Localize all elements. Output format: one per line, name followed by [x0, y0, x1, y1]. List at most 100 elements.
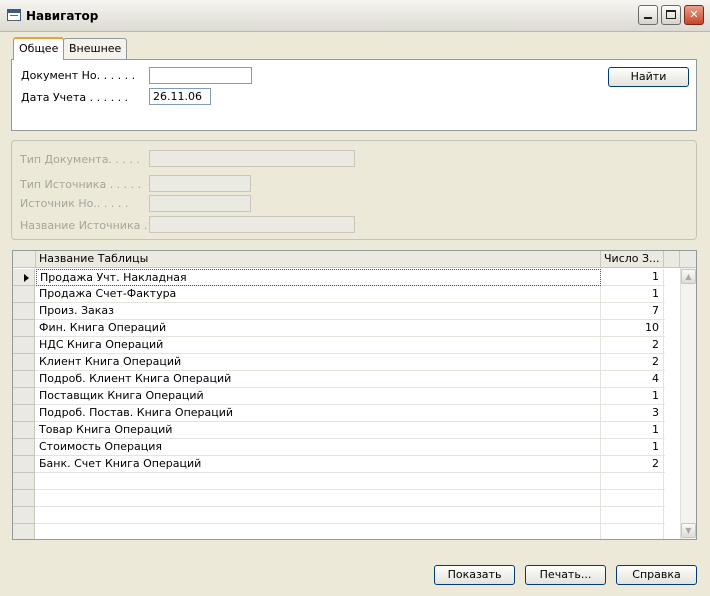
minimize-icon	[644, 17, 652, 19]
row-selector[interactable]	[13, 354, 35, 371]
scroll-down-button[interactable]: ▼	[681, 523, 696, 538]
record-count-cell[interactable]: 1	[601, 269, 664, 286]
table-name-cell[interactable]	[36, 524, 601, 539]
find-button[interactable]: Найти	[608, 67, 689, 87]
table-row[interactable]: Подроб. Клиент Книга Операций 4	[13, 371, 665, 388]
row-selector[interactable]	[13, 405, 35, 422]
column-header-table-name[interactable]: Название Таблицы	[36, 251, 601, 268]
posting-date-label: Дата Учета . . . . . .	[21, 91, 129, 104]
empty-row[interactable]	[13, 490, 665, 507]
scroll-up-button[interactable]: ▲	[681, 269, 696, 284]
table-row[interactable]: НДС Книга Операций 2	[13, 337, 665, 354]
record-count-cell[interactable]: 2	[601, 354, 664, 371]
table-row[interactable]: Произ. Заказ 7	[13, 303, 665, 320]
record-count-cell[interactable]: 3	[601, 405, 664, 422]
document-type-label: Тип Документа. . . . .	[20, 153, 140, 166]
table-name-cell[interactable]: Товар Книга Операций	[36, 422, 601, 439]
header-row-selector[interactable]	[13, 251, 36, 268]
table-name-cell[interactable]: Подроб. Клиент Книга Операций	[36, 371, 601, 388]
general-panel: Документ Но. . . . . . Дата Учета . . . …	[11, 59, 697, 131]
tab-external[interactable]: Внешнее	[63, 38, 128, 59]
table-name-cell[interactable]: Стоимость Операция	[36, 439, 601, 456]
table-row[interactable]: Фин. Книга Операций 10	[13, 320, 665, 337]
row-selector[interactable]	[13, 473, 35, 490]
column-header-count[interactable]: Число З...	[601, 251, 664, 268]
record-count-cell[interactable]: 1	[601, 439, 664, 456]
source-name-field	[149, 216, 355, 233]
row-selector[interactable]	[13, 286, 35, 303]
table-name-cell[interactable]	[36, 473, 601, 490]
row-selector[interactable]	[13, 320, 35, 337]
row-selector[interactable]	[13, 490, 35, 507]
document-type-field	[149, 150, 355, 167]
close-icon: ✕	[689, 8, 699, 21]
table-row[interactable]: Подроб. Постав. Книга Операций 3	[13, 405, 665, 422]
table-row[interactable]: Продажа Счет-Фактура 1	[13, 286, 665, 303]
current-row-arrow-icon	[24, 274, 29, 282]
source-type-label: Тип Источника . . . . .	[20, 178, 142, 191]
row-selector[interactable]	[13, 371, 35, 388]
maximize-icon	[666, 10, 676, 19]
table-row[interactable]: Продажа Учт. Накладная 1	[13, 269, 665, 286]
table-name-cell[interactable]: Продажа Учт. Накладная	[36, 269, 601, 286]
row-selector[interactable]	[13, 337, 35, 354]
row-selector[interactable]	[13, 422, 35, 439]
table-grid[interactable]: Название Таблицы Число З... Продажа Учт.…	[12, 250, 697, 540]
empty-row[interactable]	[13, 473, 665, 490]
table-row[interactable]: Товар Книга Операций 1	[13, 422, 665, 439]
empty-row[interactable]	[13, 524, 665, 539]
row-selector[interactable]	[13, 303, 35, 320]
source-panel: Тип Документа. . . . . Тип Источника . .…	[11, 140, 697, 240]
minimize-button[interactable]	[638, 5, 658, 25]
table-row[interactable]: Стоимость Операция 1	[13, 439, 665, 456]
help-button[interactable]: Справка	[616, 565, 697, 585]
record-count-cell[interactable]	[601, 473, 664, 490]
record-count-cell[interactable]: 2	[601, 337, 664, 354]
table-name-cell[interactable]: НДС Книга Операций	[36, 337, 601, 354]
table-name-cell[interactable]	[36, 507, 601, 524]
record-count-cell[interactable]	[601, 490, 664, 507]
row-selector[interactable]	[13, 269, 35, 286]
table-name-cell[interactable]: Произ. Заказ	[36, 303, 601, 320]
document-no-field[interactable]	[149, 67, 252, 84]
table-row[interactable]: Поставщик Книга Операций 1	[13, 388, 665, 405]
vertical-scrollbar[interactable]: ▲ ▼	[680, 268, 696, 539]
column-header-extra	[664, 251, 680, 268]
record-count-cell[interactable]: 1	[601, 286, 664, 303]
table-name-cell[interactable]	[36, 490, 601, 507]
maximize-button[interactable]	[661, 5, 681, 25]
table-name-cell[interactable]: Поставщик Книга Операций	[36, 388, 601, 405]
grid-header: Название Таблицы Число З...	[13, 251, 696, 268]
table-name-cell[interactable]: Продажа Счет-Фактура	[36, 286, 601, 303]
record-count-cell[interactable]: 4	[601, 371, 664, 388]
row-selector[interactable]	[13, 456, 35, 473]
row-selector[interactable]	[13, 524, 35, 539]
source-name-label: Название Источника . .	[20, 219, 155, 232]
print-button[interactable]: Печать...	[525, 565, 606, 585]
record-count-cell[interactable]: 1	[601, 422, 664, 439]
record-count-cell[interactable]: 1	[601, 388, 664, 405]
table-name-cell[interactable]: Фин. Книга Операций	[36, 320, 601, 337]
table-row[interactable]: Банк. Счет Книга Операций 2	[13, 456, 665, 473]
record-count-cell[interactable]: 10	[601, 320, 664, 337]
table-name-cell[interactable]: Клиент Книга Операций	[36, 354, 601, 371]
table-row[interactable]: Клиент Книга Операций 2	[13, 354, 665, 371]
tab-general[interactable]: Общее	[13, 37, 65, 60]
title-bar[interactable]: Навигатор ✕	[0, 0, 710, 32]
record-count-cell[interactable]: 7	[601, 303, 664, 320]
row-selector[interactable]	[13, 388, 35, 405]
posting-date-field[interactable]: 26.11.06	[149, 88, 211, 105]
show-button[interactable]: Показать	[434, 565, 515, 585]
row-selector[interactable]	[13, 507, 35, 524]
table-name-cell[interactable]: Подроб. Постав. Книга Операций	[36, 405, 601, 422]
empty-row[interactable]	[13, 507, 665, 524]
record-count-cell[interactable]	[601, 507, 664, 524]
source-no-field	[149, 195, 251, 212]
table-name-cell[interactable]: Банк. Счет Книга Операций	[36, 456, 601, 473]
row-selector[interactable]	[13, 439, 35, 456]
source-no-label: Источник Но.. . . . .	[20, 197, 129, 210]
record-count-cell[interactable]	[601, 524, 664, 539]
close-button[interactable]: ✕	[684, 5, 704, 25]
navigator-icon	[7, 9, 21, 21]
record-count-cell[interactable]: 2	[601, 456, 664, 473]
